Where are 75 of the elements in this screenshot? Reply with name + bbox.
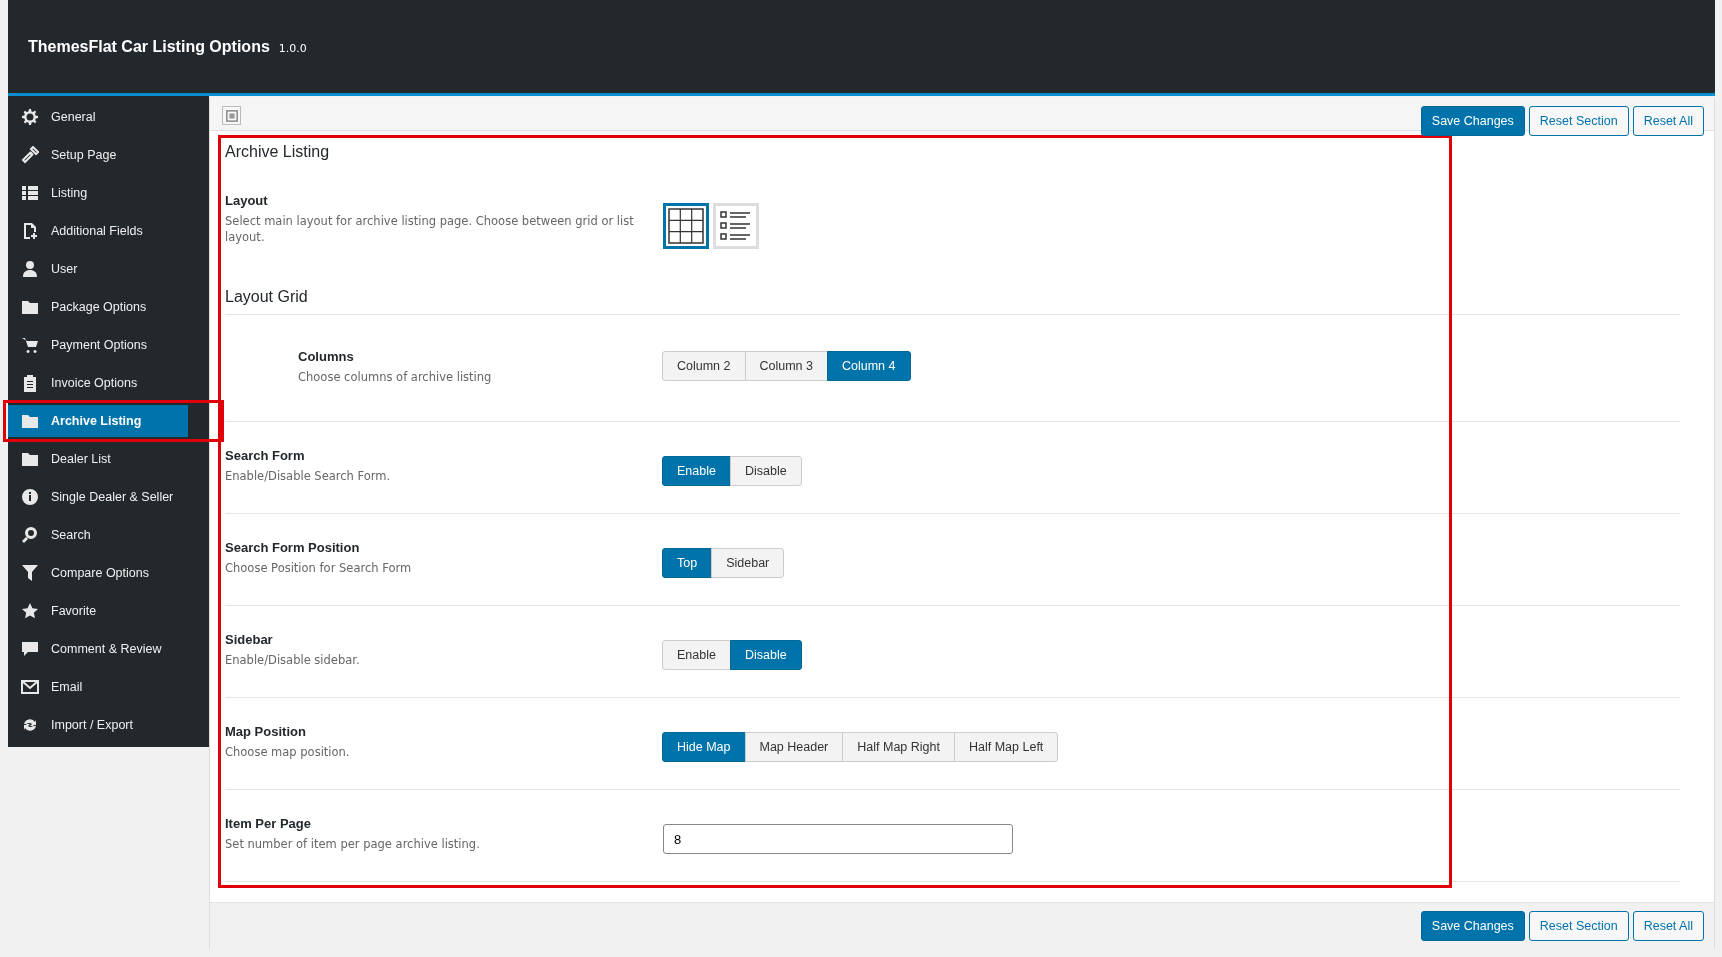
field-label: Map Position [225, 724, 307, 739]
sidebar-item[interactable]: Package Options [8, 291, 188, 323]
search-icon [21, 526, 39, 544]
save-button[interactable]: Save Changes [1420, 911, 1525, 941]
sidebar-item[interactable]: Listing [8, 177, 188, 209]
refresh-icon [21, 716, 39, 734]
folder-icon [21, 450, 39, 468]
sidebar-item[interactable]: Favorite [8, 595, 188, 627]
field-label: Item Per Page [225, 816, 312, 831]
field-label: Search Form Position [225, 540, 361, 555]
option-button[interactable]: Enable [662, 640, 731, 670]
input-field[interactable]: 8 [663, 824, 1013, 854]
cart-icon [21, 336, 39, 354]
save-button[interactable]: Save Changes [1420, 106, 1525, 136]
option-button[interactable]: Sidebar [711, 548, 785, 578]
reset-button[interactable]: Reset Section [1528, 106, 1629, 136]
speech-bubble-icon [21, 640, 39, 658]
envelope-icon [21, 678, 39, 696]
gear-icon [21, 108, 39, 126]
funnel-icon [21, 564, 39, 582]
folder-icon [21, 412, 39, 430]
wrench-icon [21, 146, 39, 164]
field-label: Sidebar [225, 632, 274, 647]
reset-button[interactable]: Reset Section [1528, 911, 1629, 941]
sidebar-item[interactable]: Compare Options [8, 557, 188, 589]
sidebar-item[interactable]: Additional Fields [8, 215, 188, 247]
sidebar-item[interactable]: Invoice Options [8, 367, 188, 399]
folder-icon [21, 298, 39, 316]
field-label: Search Form [225, 448, 306, 463]
option-button[interactable]: Disable [729, 640, 802, 670]
field-description: Choose columns of archive listing [298, 370, 493, 386]
subsection-title: Layout Grid [225, 283, 1680, 315]
sidebar-item[interactable]: Setup Page [8, 139, 188, 171]
reset-button[interactable]: Reset All [1632, 106, 1704, 136]
option-button[interactable]: Column 3 [744, 351, 828, 381]
expand-toggle[interactable] [222, 106, 241, 125]
app-title: ThemesFlat Car Listing Options [28, 37, 270, 56]
sidebar-item[interactable]: Comment & Review [8, 633, 188, 665]
option-button[interactable]: Top [662, 548, 713, 578]
field-label: Layout [225, 193, 269, 208]
reset-button[interactable]: Reset All [1632, 911, 1704, 941]
section-title: Archive Listing [225, 143, 331, 162]
clipboard-icon [21, 374, 39, 392]
field-description: Choose Position for Search Form [225, 561, 413, 577]
add-document-icon [21, 222, 39, 240]
option-button[interactable]: Hide Map [662, 732, 746, 762]
sidebar-item[interactable]: Dealer List [8, 443, 188, 475]
field-description: Set number of item per page archive listing. [225, 837, 481, 853]
option-button[interactable]: Column 2 [662, 351, 746, 381]
version-label: 1.0.0 [278, 41, 307, 55]
sidebar-item[interactable]: General [8, 101, 188, 133]
list-layout-option[interactable] [713, 203, 759, 249]
field-description: Choose map position. [225, 745, 351, 761]
sidebar-item[interactable]: Email [8, 671, 188, 703]
list-icon [21, 184, 39, 202]
star-icon [21, 602, 39, 620]
info-icon [21, 488, 39, 506]
field-description: Select main layout for archive listing page. Choose between grid or list layout. [225, 214, 635, 246]
field-description: Enable/Disable sidebar. [225, 653, 361, 669]
option-button[interactable]: Half Map Right [842, 732, 955, 762]
sidebar-item[interactable]: Import / Export [8, 709, 188, 741]
option-button[interactable]: Enable [662, 456, 731, 486]
option-button[interactable]: Half Map Left [954, 732, 1059, 762]
field-description: Enable/Disable Search Form. [225, 469, 392, 485]
sidebar-item[interactable]: Single Dealer & Seller [8, 481, 188, 513]
option-button[interactable]: Disable [729, 456, 802, 486]
user-icon [21, 260, 39, 278]
field-label: Columns [298, 349, 355, 364]
option-button[interactable]: Map Header [744, 732, 844, 762]
option-button[interactable]: Column 4 [827, 351, 911, 381]
sidebar-item[interactable]: Search [8, 519, 188, 551]
sidebar-item[interactable]: User [8, 253, 188, 285]
sidebar-item[interactable]: Archive Listing [8, 405, 188, 437]
sidebar-item[interactable]: Payment Options [8, 329, 188, 361]
grid-layout-option[interactable] [663, 203, 709, 249]
